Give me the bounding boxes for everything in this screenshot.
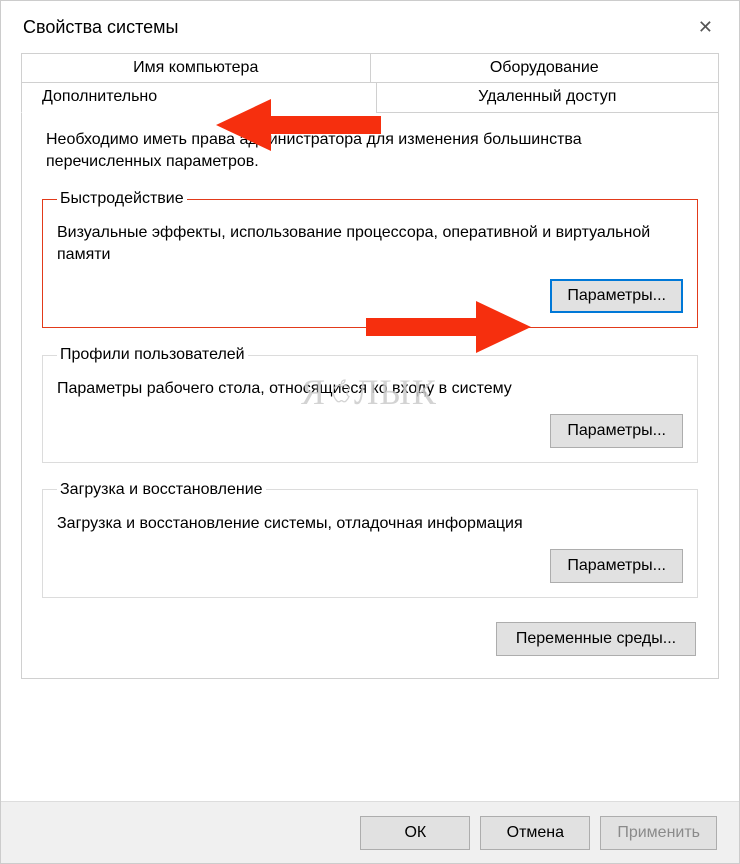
button-row-performance: Параметры... — [57, 279, 683, 313]
dialog-footer: ОК Отмена Применить — [1, 801, 739, 863]
tab-remote[interactable]: Удаленный доступ — [376, 83, 720, 113]
desc-performance: Визуальные эффекты, использование процес… — [57, 222, 683, 265]
legend-startup: Загрузка и восстановление — [57, 481, 266, 499]
env-row: Переменные среды... — [42, 616, 698, 656]
button-row-profiles: Параметры... — [57, 414, 683, 448]
legend-performance: Быстродействие — [57, 190, 187, 208]
apply-button[interactable]: Применить — [600, 816, 717, 850]
group-performance: Быстродействие Визуальные эффекты, испол… — [42, 190, 698, 328]
ok-button[interactable]: ОК — [360, 816, 470, 850]
tabs-row-1: Имя компьютера Оборудование — [21, 53, 719, 83]
group-profiles: Профили пользователей Параметры рабочего… — [42, 346, 698, 463]
button-row-startup: Параметры... — [57, 549, 683, 583]
cancel-button[interactable]: Отмена — [480, 816, 590, 850]
profiles-settings-button[interactable]: Параметры... — [550, 414, 683, 448]
environment-variables-button[interactable]: Переменные среды... — [496, 622, 696, 656]
tab-computer-name[interactable]: Имя компьютера — [21, 53, 370, 83]
desc-startup: Загрузка и восстановление системы, отлад… — [57, 513, 683, 535]
group-startup: Загрузка и восстановление Загрузка и вос… — [42, 481, 698, 598]
tab-content-advanced: Необходимо иметь права администратора дл… — [21, 113, 719, 679]
tab-advanced[interactable]: Дополнительно — [21, 83, 376, 113]
tabs-row-2: Дополнительно Удаленный доступ — [21, 83, 719, 113]
desc-profiles: Параметры рабочего стола, относящиеся ко… — [57, 378, 683, 400]
titlebar: Свойства системы ✕ — [1, 1, 739, 53]
close-icon[interactable]: ✕ — [688, 13, 723, 42]
dialog-body: Имя компьютера Оборудование Дополнительн… — [1, 53, 739, 679]
startup-settings-button[interactable]: Параметры... — [550, 549, 683, 583]
tab-hardware[interactable]: Оборудование — [370, 53, 720, 83]
window-title: Свойства системы — [23, 17, 178, 38]
legend-profiles: Профили пользователей — [57, 346, 248, 364]
performance-settings-button[interactable]: Параметры... — [550, 279, 683, 313]
intro-text: Необходимо иметь права администратора дл… — [42, 129, 698, 172]
